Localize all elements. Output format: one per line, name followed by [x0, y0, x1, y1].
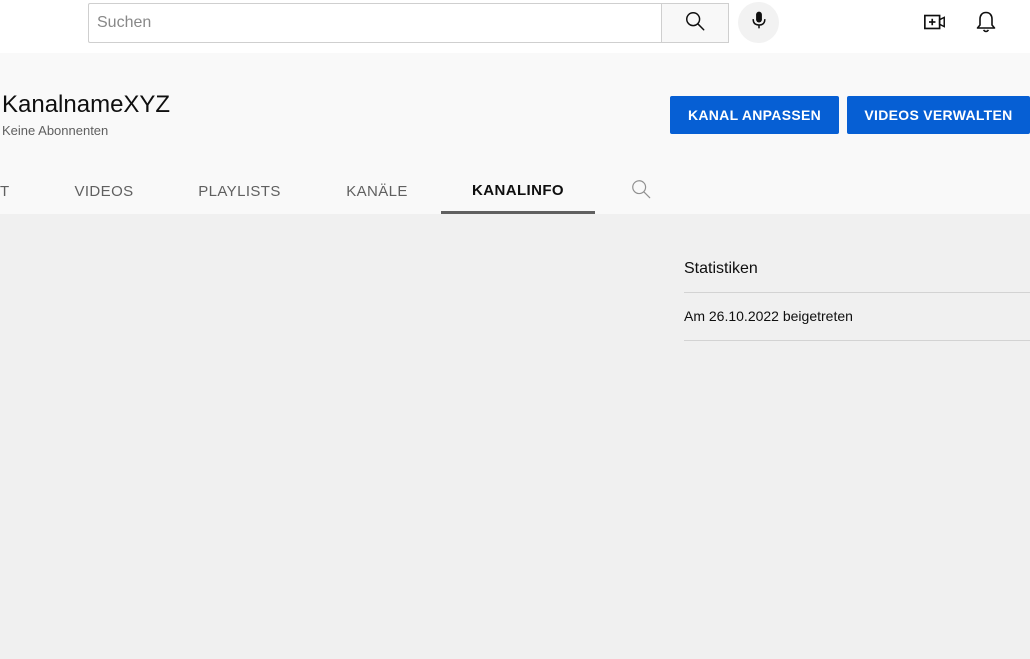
tab-videos[interactable]: VIDEOS	[64, 169, 144, 214]
tab-about[interactable]: KANALINFO	[441, 169, 595, 214]
top-bar	[0, 0, 1030, 53]
customize-channel-button[interactable]: KANAL ANPASSEN	[670, 96, 839, 134]
bell-icon	[975, 10, 997, 39]
search-icon	[684, 10, 706, 37]
joined-date: Am 26.10.2022 beigetreten	[684, 293, 1030, 341]
channel-name: KanalnameXYZ	[2, 91, 171, 118]
notifications-button[interactable]	[968, 6, 1004, 42]
voice-search-button[interactable]	[738, 2, 779, 43]
subscriber-count: Keine Abonnenten	[2, 123, 109, 138]
channel-header: KanalnameXYZ Keine Abonnenten KANAL ANPA…	[0, 53, 1030, 214]
search-input[interactable]	[88, 3, 661, 43]
stats-panel: Statistiken Am 26.10.2022 beigetreten	[684, 246, 1030, 341]
channel-search-button[interactable]	[628, 178, 654, 204]
manage-videos-button[interactable]: VIDEOS VERWALTEN	[847, 96, 1030, 134]
tab-playlists[interactable]: PLAYLISTS	[188, 169, 291, 214]
search-button[interactable]	[661, 3, 729, 43]
create-video-icon	[923, 11, 947, 38]
microphone-icon	[749, 9, 769, 36]
tab-home-partial[interactable]: T	[0, 169, 12, 214]
create-video-button[interactable]	[917, 6, 953, 42]
channel-tabs: T VIDEOS PLAYLISTS KANÄLE KANALINFO	[0, 169, 1030, 214]
stats-title: Statistiken	[684, 246, 1030, 293]
tab-channels[interactable]: KANÄLE	[333, 169, 421, 214]
search-icon	[630, 178, 652, 205]
